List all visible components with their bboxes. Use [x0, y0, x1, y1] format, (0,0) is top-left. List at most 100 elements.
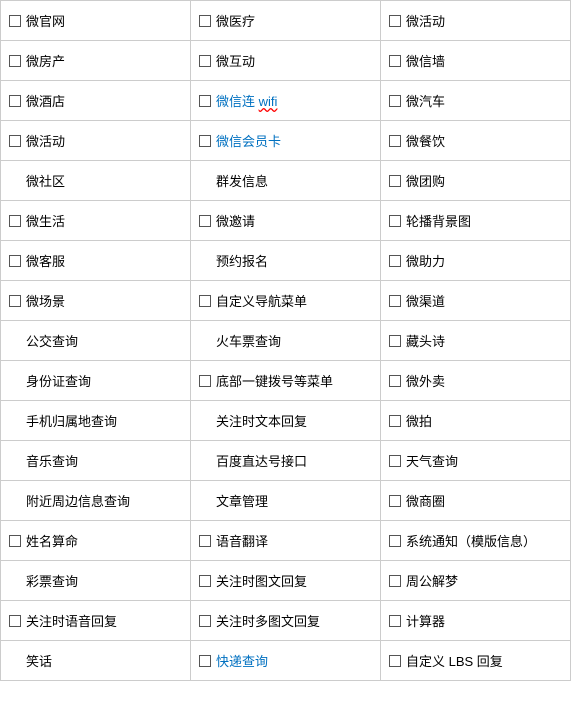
- table-row[interactable]: 自定义 LBS 回复: [381, 641, 571, 681]
- table-row[interactable]: 微房产: [1, 41, 191, 81]
- checkbox-icon[interactable]: [199, 655, 211, 667]
- checkbox-icon[interactable]: [389, 375, 401, 387]
- table-row[interactable]: 轮播背景图: [381, 201, 571, 241]
- checkbox-icon[interactable]: [199, 535, 211, 547]
- table-row[interactable]: 周公解梦: [381, 561, 571, 601]
- table-row[interactable]: 预约报名: [191, 241, 381, 281]
- table-row[interactable]: 微场景: [1, 281, 191, 321]
- table-row[interactable]: 微活动: [1, 121, 191, 161]
- checkbox-icon[interactable]: [389, 335, 401, 347]
- table-row[interactable]: 姓名算命: [1, 521, 191, 561]
- cell-text: 微团购: [406, 171, 445, 190]
- table-row[interactable]: 手机归属地查询: [1, 401, 191, 441]
- table-row[interactable]: 关注时图文回复: [191, 561, 381, 601]
- table-row[interactable]: 快递查询: [191, 641, 381, 681]
- checkbox-icon[interactable]: [9, 535, 21, 547]
- table-row[interactable]: 微生活: [1, 201, 191, 241]
- table-row[interactable]: 笑话: [1, 641, 191, 681]
- table-row[interactable]: 群发信息: [191, 161, 381, 201]
- table-row[interactable]: 计算器: [381, 601, 571, 641]
- checkbox-icon[interactable]: [389, 15, 401, 27]
- cell-text: 计算器: [406, 611, 445, 630]
- checkbox-icon[interactable]: [199, 575, 211, 587]
- table-row[interactable]: 微邀请: [191, 201, 381, 241]
- table-row[interactable]: 自定义导航菜单: [191, 281, 381, 321]
- table-row[interactable]: 微商圈: [381, 481, 571, 521]
- checkbox-icon[interactable]: [389, 535, 401, 547]
- checkbox-icon[interactable]: [389, 95, 401, 107]
- cell-text: 音乐查询: [26, 451, 78, 470]
- cell-text: 关注时多图文回复: [216, 611, 320, 630]
- table-row[interactable]: 音乐查询: [1, 441, 191, 481]
- table-row[interactable]: 系统通知（模版信息）: [381, 521, 571, 561]
- table-row[interactable]: 百度直达号接口: [191, 441, 381, 481]
- table-row[interactable]: 微渠道: [381, 281, 571, 321]
- table-row[interactable]: 微信墙: [381, 41, 571, 81]
- checkbox-icon[interactable]: [389, 615, 401, 627]
- cell-text: 微酒店: [26, 91, 65, 110]
- table-row[interactable]: 关注时语音回复: [1, 601, 191, 641]
- table-row[interactable]: 微助力: [381, 241, 571, 281]
- table-row[interactable]: 微互动: [191, 41, 381, 81]
- checkbox-icon[interactable]: [389, 55, 401, 67]
- table-row[interactable]: 微餐饮: [381, 121, 571, 161]
- table-row[interactable]: 微酒店: [1, 81, 191, 121]
- table-row[interactable]: 微官网: [1, 1, 191, 41]
- checkbox-icon[interactable]: [199, 375, 211, 387]
- checkbox-icon[interactable]: [199, 615, 211, 627]
- checkbox-icon[interactable]: [389, 415, 401, 427]
- table-row[interactable]: 语音翻译: [191, 521, 381, 561]
- checkbox-icon[interactable]: [389, 215, 401, 227]
- table-row[interactable]: 微团购: [381, 161, 571, 201]
- checkbox-icon[interactable]: [9, 55, 21, 67]
- table-row[interactable]: 火车票查询: [191, 321, 381, 361]
- table-row[interactable]: 微信会员卡: [191, 121, 381, 161]
- table-row[interactable]: 藏头诗: [381, 321, 571, 361]
- cell-text: 关注时文本回复: [216, 411, 307, 430]
- checkbox-icon[interactable]: [199, 135, 211, 147]
- cell-text: 文章管理: [216, 491, 268, 510]
- checkbox-icon[interactable]: [9, 295, 21, 307]
- checkbox-icon[interactable]: [9, 215, 21, 227]
- checkbox-icon[interactable]: [9, 615, 21, 627]
- checkbox-icon[interactable]: [199, 55, 211, 67]
- table-row[interactable]: 彩票查询: [1, 561, 191, 601]
- table-row[interactable]: 天气查询: [381, 441, 571, 481]
- checkbox-icon[interactable]: [389, 295, 401, 307]
- cell-text: 微渠道: [406, 291, 445, 310]
- cell-text: 微社区: [26, 171, 65, 190]
- table-row[interactable]: 关注时多图文回复: [191, 601, 381, 641]
- table-row[interactable]: 微社区: [1, 161, 191, 201]
- table-row[interactable]: 微医疗: [191, 1, 381, 41]
- checkbox-icon[interactable]: [389, 175, 401, 187]
- table-row[interactable]: 微汽车: [381, 81, 571, 121]
- checkbox-icon[interactable]: [9, 15, 21, 27]
- table-row[interactable]: 公交查询: [1, 321, 191, 361]
- checkbox-icon[interactable]: [389, 135, 401, 147]
- checkbox-icon[interactable]: [9, 255, 21, 267]
- cell-text: 微医疗: [216, 11, 255, 30]
- table-row[interactable]: 附近周边信息查询: [1, 481, 191, 521]
- table-row[interactable]: 微拍: [381, 401, 571, 441]
- checkbox-icon[interactable]: [199, 95, 211, 107]
- table-row[interactable]: 微活动: [381, 1, 571, 41]
- checkbox-icon[interactable]: [199, 15, 211, 27]
- checkbox-icon[interactable]: [199, 295, 211, 307]
- checkbox-icon[interactable]: [9, 135, 21, 147]
- checkbox-icon[interactable]: [389, 255, 401, 267]
- checkbox-icon[interactable]: [199, 215, 211, 227]
- checkbox-icon[interactable]: [389, 455, 401, 467]
- checkbox-icon[interactable]: [389, 655, 401, 667]
- table-row[interactable]: 微外卖: [381, 361, 571, 401]
- table-row[interactable]: 底部一键拨号等菜单: [191, 361, 381, 401]
- cell-text: 微信墙: [406, 51, 445, 70]
- checkbox-icon[interactable]: [389, 575, 401, 587]
- table-row[interactable]: 身份证查询: [1, 361, 191, 401]
- table-row[interactable]: 关注时文本回复: [191, 401, 381, 441]
- table-row[interactable]: 微客服: [1, 241, 191, 281]
- checkbox-icon[interactable]: [9, 95, 21, 107]
- cell-text: 微外卖: [406, 371, 445, 390]
- table-row[interactable]: 文章管理: [191, 481, 381, 521]
- checkbox-icon[interactable]: [389, 495, 401, 507]
- table-row[interactable]: 微信连 wifi: [191, 81, 381, 121]
